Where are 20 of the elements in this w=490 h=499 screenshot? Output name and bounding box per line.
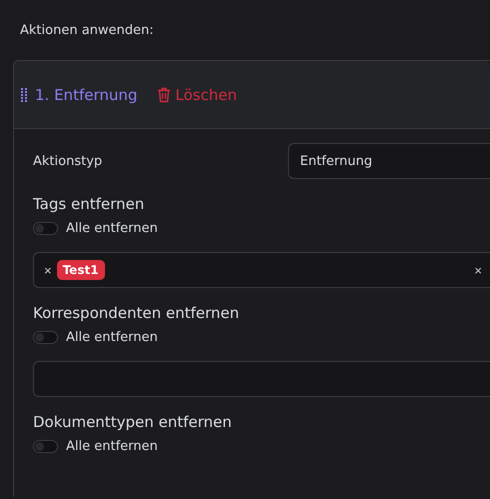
section-title: Tags entfernen	[33, 195, 144, 213]
action-title: 1. Entfernung	[35, 86, 138, 104]
toggle-switch[interactable]	[33, 331, 58, 344]
section-title: Korrespondenten entfernen	[33, 304, 240, 322]
toggle-switch[interactable]	[33, 440, 58, 453]
remove-tag-button[interactable]: ×	[44, 262, 52, 278]
multi-select-field[interactable]: × Test1 ×	[33, 252, 490, 288]
tag-label: Test1	[56, 260, 105, 280]
toggle-switch[interactable]	[33, 222, 58, 235]
multi-select-field[interactable]	[33, 361, 490, 397]
toggle-label: Alle entfernen	[66, 221, 158, 236]
clear-button[interactable]: ×	[474, 262, 482, 278]
drag-handle-icon[interactable]	[21, 86, 27, 102]
toggle-label: Alle entfernen	[66, 439, 158, 454]
action-type-select[interactable]: Entfernung	[288, 143, 490, 179]
section-title: Dokumenttypen entfernen	[33, 413, 232, 431]
section-heading: Aktionen anwenden:	[20, 23, 154, 38]
field-label: Aktionstyp	[33, 154, 104, 168]
trash-icon	[157, 86, 172, 102]
toggle-label: Alle entfernen	[66, 330, 158, 345]
